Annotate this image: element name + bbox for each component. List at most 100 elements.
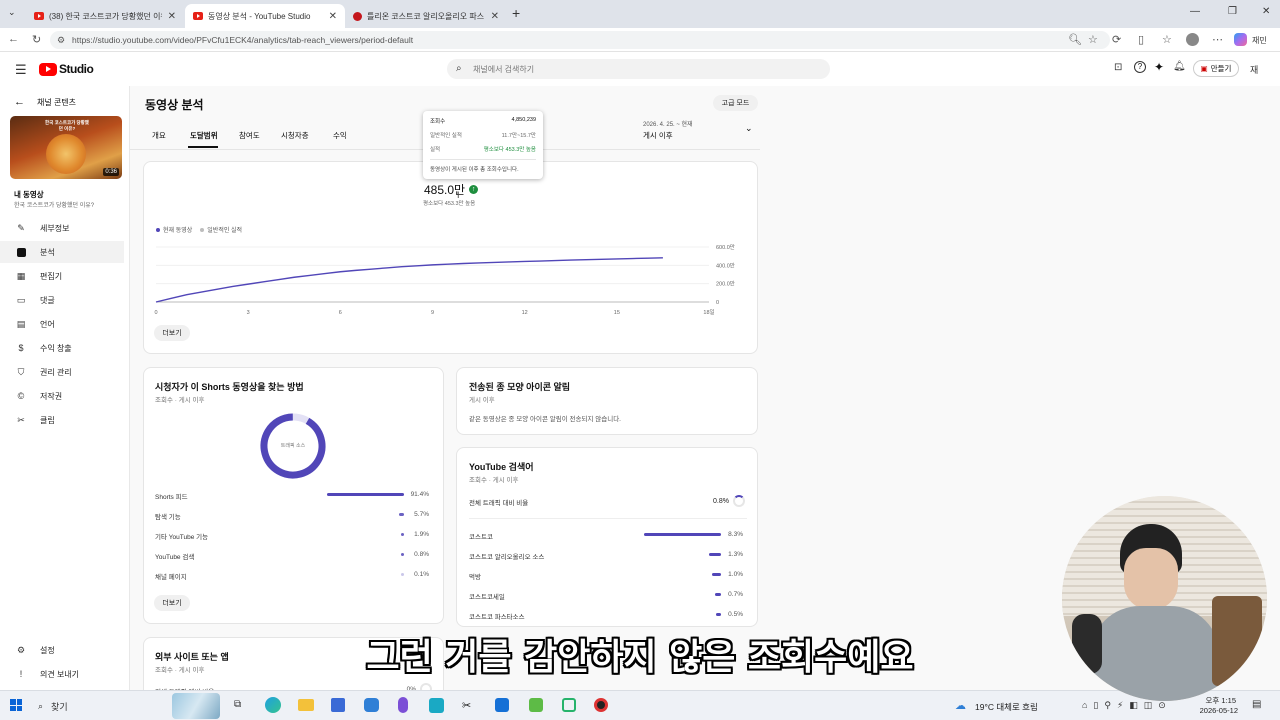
channel-avatar[interactable]: 재 <box>1250 63 1258 76</box>
youtube-studio-logo[interactable]: Studio <box>39 62 94 76</box>
sidebar-item-rights[interactable]: ⛉ 권리 관리 <box>0 361 124 383</box>
search-term-value: 0.5% <box>728 611 743 618</box>
webcam-person-face <box>1124 548 1178 610</box>
tab-label: 시청자층 <box>281 131 309 140</box>
tab-list-chevron-icon[interactable]: ⌄ <box>8 7 16 18</box>
hamburger-menu-icon[interactable]: ☰ <box>15 62 27 78</box>
favorites-icon[interactable]: ☆ <box>1162 33 1172 46</box>
create-label: 만들기 <box>1210 64 1232 73</box>
app-icon-cloud[interactable] <box>364 698 379 712</box>
sidebar-item-clips[interactable]: ✂ 클립 <box>0 409 124 431</box>
youtube-favicon-icon <box>193 12 203 20</box>
refresh-icon[interactable]: ↻ <box>32 33 41 46</box>
task-view-icon[interactable]: ⧉ <box>234 699 241 710</box>
tab-audience[interactable]: 시청자층 <box>281 130 309 141</box>
app-icon-green-check[interactable] <box>529 698 543 712</box>
app-icon-capcut[interactable]: ✂ <box>462 699 471 712</box>
restore-button[interactable]: ❐ <box>1228 6 1237 17</box>
back-to-content-button[interactable]: ← 채널 콘텐츠 <box>14 96 76 108</box>
traffic-row-label: Shorts 피드 <box>155 494 188 501</box>
notification-center-icon[interactable]: ▤ <box>1252 699 1261 710</box>
new-tab-button[interactable]: + <box>512 5 520 21</box>
browser-tab-recipe[interactable]: 틀리온 코스트코 알리오올리오 파스 ✕ <box>345 4 507 28</box>
shield-icon: ⛉ <box>17 366 25 377</box>
more-label: 더보기 <box>162 600 182 607</box>
app-icon-record[interactable] <box>594 698 608 712</box>
close-tab-icon[interactable]: ✕ <box>162 11 176 22</box>
back-label: 채널 콘텐츠 <box>37 97 77 107</box>
sidebar-item-comments[interactable]: ▭ 댓글 <box>0 289 124 311</box>
system-tray-icons[interactable]: ⌂▯⚲⚡◧◫⊙ <box>1082 700 1172 711</box>
browser-tab-video[interactable]: (38) 한국 코스트코가 당황했던 이유 ✕ <box>26 4 184 28</box>
url-input[interactable]: ⚙ https://studio.youtube.com/video/PFvCf… <box>50 31 1110 49</box>
tab-overview[interactable]: 개요 <box>152 130 166 141</box>
help-icon[interactable]: ? <box>1134 61 1146 73</box>
zoom-icon[interactable]: 🔍︎ <box>1068 33 1082 46</box>
date-label: 게시 이후 <box>643 131 673 140</box>
sidebar-item-analytics[interactable]: 분석 <box>0 241 124 263</box>
sidebar-item-monetization[interactable]: $ 수익 창출 <box>0 337 124 359</box>
app-icon-purple[interactable] <box>398 697 408 713</box>
notifications-bell-icon[interactable]: 🔔︎ <box>1173 61 1186 72</box>
weather-icon[interactable]: ☁ <box>955 699 966 712</box>
video-title: 한국 코스트코가 당황했던 이유? <box>14 203 95 209</box>
tab-engagement[interactable]: 참여도 <box>239 130 260 141</box>
minimize-button[interactable]: — <box>1190 6 1200 17</box>
windows-start-icon[interactable] <box>10 699 22 711</box>
metric-subtext: 평소보다 453.3만 높음 <box>423 201 476 207</box>
more-menu-icon[interactable]: ⋯ <box>1212 33 1223 46</box>
copilot-icon[interactable] <box>1234 33 1247 46</box>
app-icon-blue-square[interactable] <box>331 698 345 712</box>
advanced-mode-button[interactable]: 고급 모드 <box>713 95 758 111</box>
x-tick-label: 6 <box>339 310 342 316</box>
back-arrow-icon: ← <box>14 96 25 108</box>
profile-avatar[interactable] <box>1186 33 1199 46</box>
search-icon: ⌕ <box>456 63 462 74</box>
youtube-play-logo-icon <box>39 62 57 76</box>
app-icon-blue-pen[interactable] <box>495 698 509 712</box>
bookmark-star-icon[interactable]: ☆ <box>1088 33 1098 46</box>
sparkle-icon[interactable]: ✦ <box>1154 60 1164 74</box>
back-arrow-icon[interactable]: ← <box>8 33 19 45</box>
dollar-icon: $ <box>18 343 24 353</box>
tab-reach[interactable]: 도달범위 <box>190 130 218 141</box>
header-tool-icon[interactable]: ⊡ <box>1114 62 1122 73</box>
video-thumbnail[interactable]: 한국 코스트코가 당황했던 이유? 0:36 <box>10 116 122 179</box>
edge-browser-icon[interactable] <box>265 697 281 713</box>
tab-label: 참여도 <box>239 131 260 140</box>
file-explorer-icon[interactable] <box>298 699 314 711</box>
sidebar-item-label: 클립 <box>40 415 55 425</box>
sidebar-item-languages[interactable]: ▤ 언어 <box>0 313 124 335</box>
extensions-icon[interactable]: ⟳ <box>1112 33 1121 46</box>
browser-tab-studio[interactable]: 동영상 분석 - YouTube Studio ✕ <box>185 4 345 28</box>
channel-search-input[interactable]: ⌕ 채널에서 검색하기 <box>447 59 830 79</box>
thumbnail-plate <box>46 134 86 174</box>
card-title: 전송된 종 모양 아이콘 알림 <box>469 382 571 392</box>
site-favicon-icon <box>353 11 362 21</box>
search-term-label: 먹방 <box>469 574 481 581</box>
site-info-icon[interactable]: ⚙ <box>57 35 65 46</box>
date-range-selector[interactable]: 2026. 4. 25. ~ 현재 게시 이후 ⌄ <box>643 119 755 141</box>
weather-text[interactable]: 19°C 대체로 흐림 <box>975 701 1038 713</box>
app-icon-v[interactable] <box>429 698 444 713</box>
tab-revenue[interactable]: 수익 <box>333 130 347 141</box>
close-tab-icon[interactable]: ✕ <box>323 11 337 22</box>
url-text: https://studio.youtube.com/video/PFvCfu1… <box>72 35 414 45</box>
duration-badge: 0:36 <box>103 168 119 176</box>
profile-label[interactable]: 재민 <box>1252 35 1267 46</box>
x-tick-label: 0 <box>154 310 157 316</box>
close-tab-icon[interactable]: ✕ <box>485 11 499 22</box>
sidebar-item-copyright[interactable]: © 저작권 <box>0 385 124 407</box>
traffic-row-value: 1.9% <box>414 531 429 538</box>
sidebar-item-details[interactable]: ✎ 세부정보 <box>0 217 124 239</box>
split-view-icon[interactable]: ▯ <box>1138 33 1144 46</box>
card-title: 시청자가 이 Shorts 동영상을 찾는 방법 <box>155 382 304 392</box>
app-icon-bracket[interactable] <box>562 698 576 712</box>
clock-date[interactable]: 2026-05-12 <box>1192 706 1238 715</box>
create-button[interactable]: ▣ 만들기 <box>1193 60 1239 77</box>
more-button[interactable]: 더보기 <box>154 325 190 341</box>
close-window-button[interactable]: ✕ <box>1262 6 1270 17</box>
sidebar-item-editor[interactable]: ▦ 편집기 <box>0 265 124 287</box>
tab-label: 수익 <box>333 131 347 140</box>
more-button[interactable]: 더보기 <box>154 595 190 611</box>
